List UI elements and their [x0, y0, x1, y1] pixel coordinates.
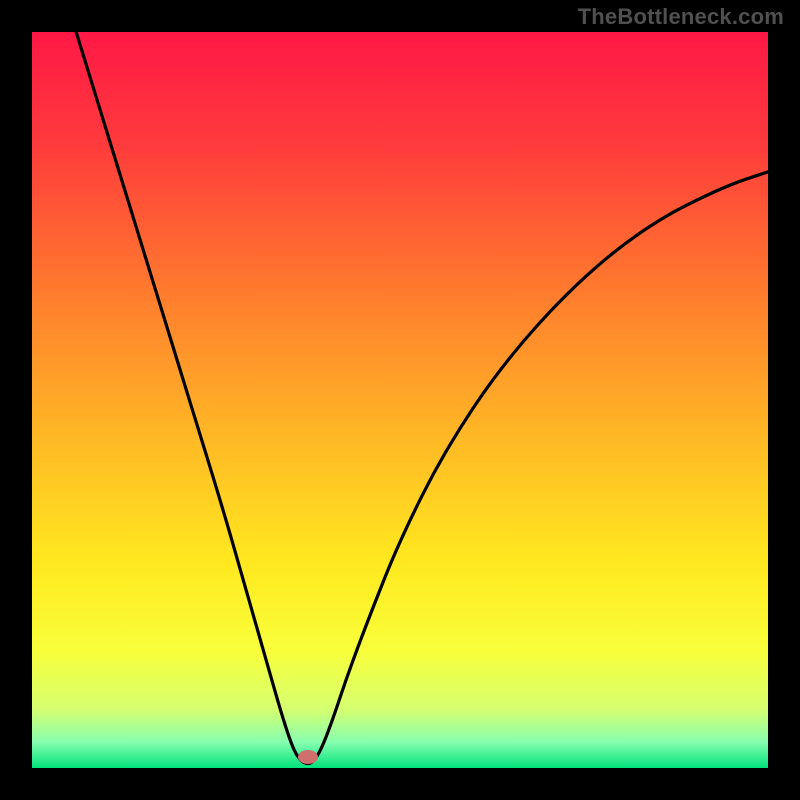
watermark-text: TheBottleneck.com [578, 4, 784, 30]
plot-background [32, 32, 768, 768]
bottleneck-chart [0, 0, 800, 800]
chart-stage: TheBottleneck.com [0, 0, 800, 800]
optimum-marker [298, 750, 318, 764]
